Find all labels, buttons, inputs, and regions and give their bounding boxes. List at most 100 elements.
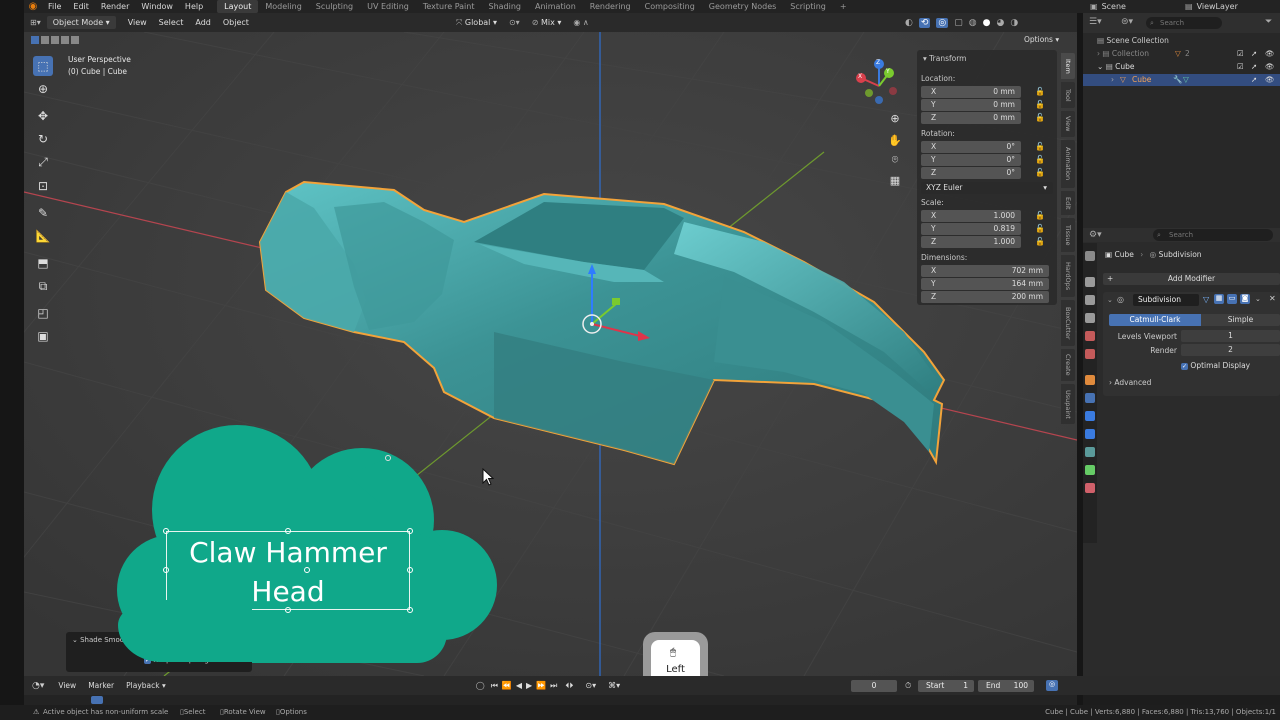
timeline-menu-playback[interactable]: Playback ▾ [120,681,172,690]
jump-end-icon[interactable]: ⏭ [548,681,559,691]
add-workspace-button[interactable]: + [833,0,854,13]
simple-option[interactable]: Simple [1201,314,1280,326]
resize-handle[interactable] [407,528,413,534]
properties-search-input[interactable]: ⌕ Search [1153,229,1273,241]
dimensions-z-field[interactable]: Z 200 mm [921,291,1049,303]
location-x-field[interactable]: X 0 mm [921,86,1021,98]
sidebar-tab-usupaint[interactable]: Usupaint [1061,384,1075,424]
timeline-menu-view[interactable]: View [52,681,82,690]
scale-x-field[interactable]: X 1.000 [921,210,1021,222]
menu-render[interactable]: Render [95,0,135,13]
camera-view-icon[interactable]: ⌾ [885,150,905,170]
catmull-clark-option[interactable]: Catmull-Clark [1109,314,1201,326]
location-y-field[interactable]: Y 0 mm [921,99,1021,111]
workspace-tab-compositing[interactable]: Compositing [638,0,702,13]
proportional-edit-icon[interactable]: ◉ ∧ [567,13,594,32]
lock-icon[interactable]: 🔓 [1035,168,1045,177]
sidebar-tab-hardops[interactable]: HardOps [1061,255,1075,297]
output-properties-icon[interactable] [1085,295,1095,305]
menu-help[interactable]: Help [179,0,209,13]
resize-handle[interactable] [163,567,169,573]
workspace-tab-modeling[interactable]: Modeling [258,0,308,13]
callout-text-box[interactable]: Claw Hammer Head [166,531,410,610]
cage-toggle-icon[interactable]: ▦ [1214,294,1224,304]
workspace-tab-geometry-nodes[interactable]: Geometry Nodes [702,0,783,13]
select-extend-icon[interactable] [41,36,49,44]
lock-icon[interactable]: 🔓 [1035,237,1045,246]
view-layer-selector[interactable]: ▤ ViewLayer [1185,0,1238,13]
pivot-dropdown[interactable]: ⊙▾ [503,13,526,32]
move-tool-icon[interactable]: ✥ [33,106,53,126]
options-button[interactable]: Options ▾ [1024,35,1059,44]
dimensions-y-field[interactable]: Y 164 mm [921,278,1049,290]
select-invert-icon[interactable] [61,36,69,44]
resize-handle[interactable] [285,528,291,534]
location-z-field[interactable]: Z 0 mm [921,112,1021,124]
orientation-dropdown[interactable]: ⤧ Global ▾ [450,13,503,32]
world-properties-icon[interactable] [1085,349,1095,359]
menu-object[interactable]: Object [217,13,255,32]
xray-icon[interactable]: ▢ [954,18,963,28]
display-mode-icon[interactable]: ⊜▾ [1121,17,1133,27]
menu-edit[interactable]: Edit [67,0,95,13]
timeline-menu-marker[interactable]: Marker [82,681,120,690]
viewport-toggle-icon[interactable]: ▭ [1227,294,1237,304]
rotation-y-field[interactable]: Y 0° [921,154,1021,166]
add-cube-tool-icon[interactable]: ⬒ [33,253,53,273]
solid-shading-icon[interactable]: ● [983,18,991,28]
scene-properties-icon[interactable] [1085,331,1095,341]
extrude-tool-icon[interactable]: ⧉ [33,276,53,296]
optimal-display-checkbox[interactable]: ✓ Optimal Display [1181,361,1250,370]
lock-icon[interactable]: 🔓 [1035,155,1045,164]
sidebar-tab-boxcutter[interactable]: BoxCutter [1061,300,1075,346]
end-frame-field[interactable]: End 100 [978,680,1034,692]
navigation-axis-gizmo[interactable]: Z X Y [849,58,909,110]
select-intersect-icon[interactable] [71,36,79,44]
start-frame-field[interactable]: Start 1 [918,680,974,692]
annotate-tool-icon[interactable]: ✎ [33,203,53,223]
advanced-subpanel-header[interactable]: › Advanced [1109,378,1151,387]
resize-handle[interactable] [304,567,310,573]
sidebar-tab-create[interactable]: Create [1061,349,1075,381]
snap-dropdown[interactable]: ⊘ Mix ▾ [526,13,568,32]
play-reverse-icon[interactable]: ◀ [514,681,524,690]
lock-icon[interactable]: 🔓 [1035,142,1045,151]
sidebar-tab-item[interactable]: Item [1061,53,1075,79]
sidebar-tab-tissue[interactable]: Tissue [1061,218,1075,252]
ortho-grid-icon[interactable]: ▦ [885,170,905,190]
render-properties-icon[interactable] [1085,277,1095,287]
properties-editor-icon[interactable]: ⚙▾ [1089,230,1102,240]
render-levels-field[interactable]: 2 [1181,344,1280,356]
object-properties-icon[interactable] [1085,375,1095,385]
mesh-data-properties-icon[interactable] [1085,465,1095,475]
select-arrow-icon[interactable]: ➚ [1251,62,1257,71]
outliner-row-scene-collection[interactable]: ▤ Scene Collection [1097,36,1169,45]
sidebar-tab-tool[interactable]: Tool [1061,82,1075,108]
outliner-row-cube-object[interactable]: › ▽ Cube 🔧 ▽ ➚ 👁 [1083,74,1280,86]
keying-set-icon[interactable]: ⊙▾ [579,681,602,690]
cursor-tool-icon[interactable]: ⊕ [33,79,53,99]
dropdown-arrow-icon[interactable]: ⌄ [1255,295,1261,303]
outliner-search-input[interactable]: ⌕ Search [1146,17,1222,29]
scale-z-field[interactable]: Z 1.000 [921,236,1021,248]
resize-handle[interactable] [163,528,169,534]
boxcutter-tool-icon[interactable]: ◰ [33,303,53,323]
transform-panel-header[interactable]: ▾ Transform [923,54,966,63]
auto-keying-icon[interactable]: ◯ [472,681,489,690]
keying-icon[interactable]: ⌘▾ [602,681,626,690]
lock-icon[interactable]: 🔓 [1035,100,1045,109]
rotation-z-field[interactable]: Z 0° [921,167,1021,179]
sidebar-tab-edit[interactable]: Edit [1061,191,1075,215]
menu-window[interactable]: Window [135,0,179,13]
rotate-tool-icon[interactable]: ↻ [33,129,53,149]
sidebar-tab-view[interactable]: View [1061,111,1075,137]
checkbox-icon[interactable]: ☑ [1237,49,1244,58]
timeline-editor-icon[interactable]: ◔▾ [24,681,52,691]
tool-properties-icon[interactable] [1085,251,1095,261]
visibility-icon[interactable]: ◐ [905,18,913,28]
menu-file[interactable]: File [42,0,67,13]
checkbox-icon[interactable]: ☑ [1237,62,1244,71]
constraint-properties-icon[interactable] [1085,447,1095,457]
measure-tool-icon[interactable]: 📐 [33,226,53,246]
workspace-tab-animation[interactable]: Animation [528,0,583,13]
